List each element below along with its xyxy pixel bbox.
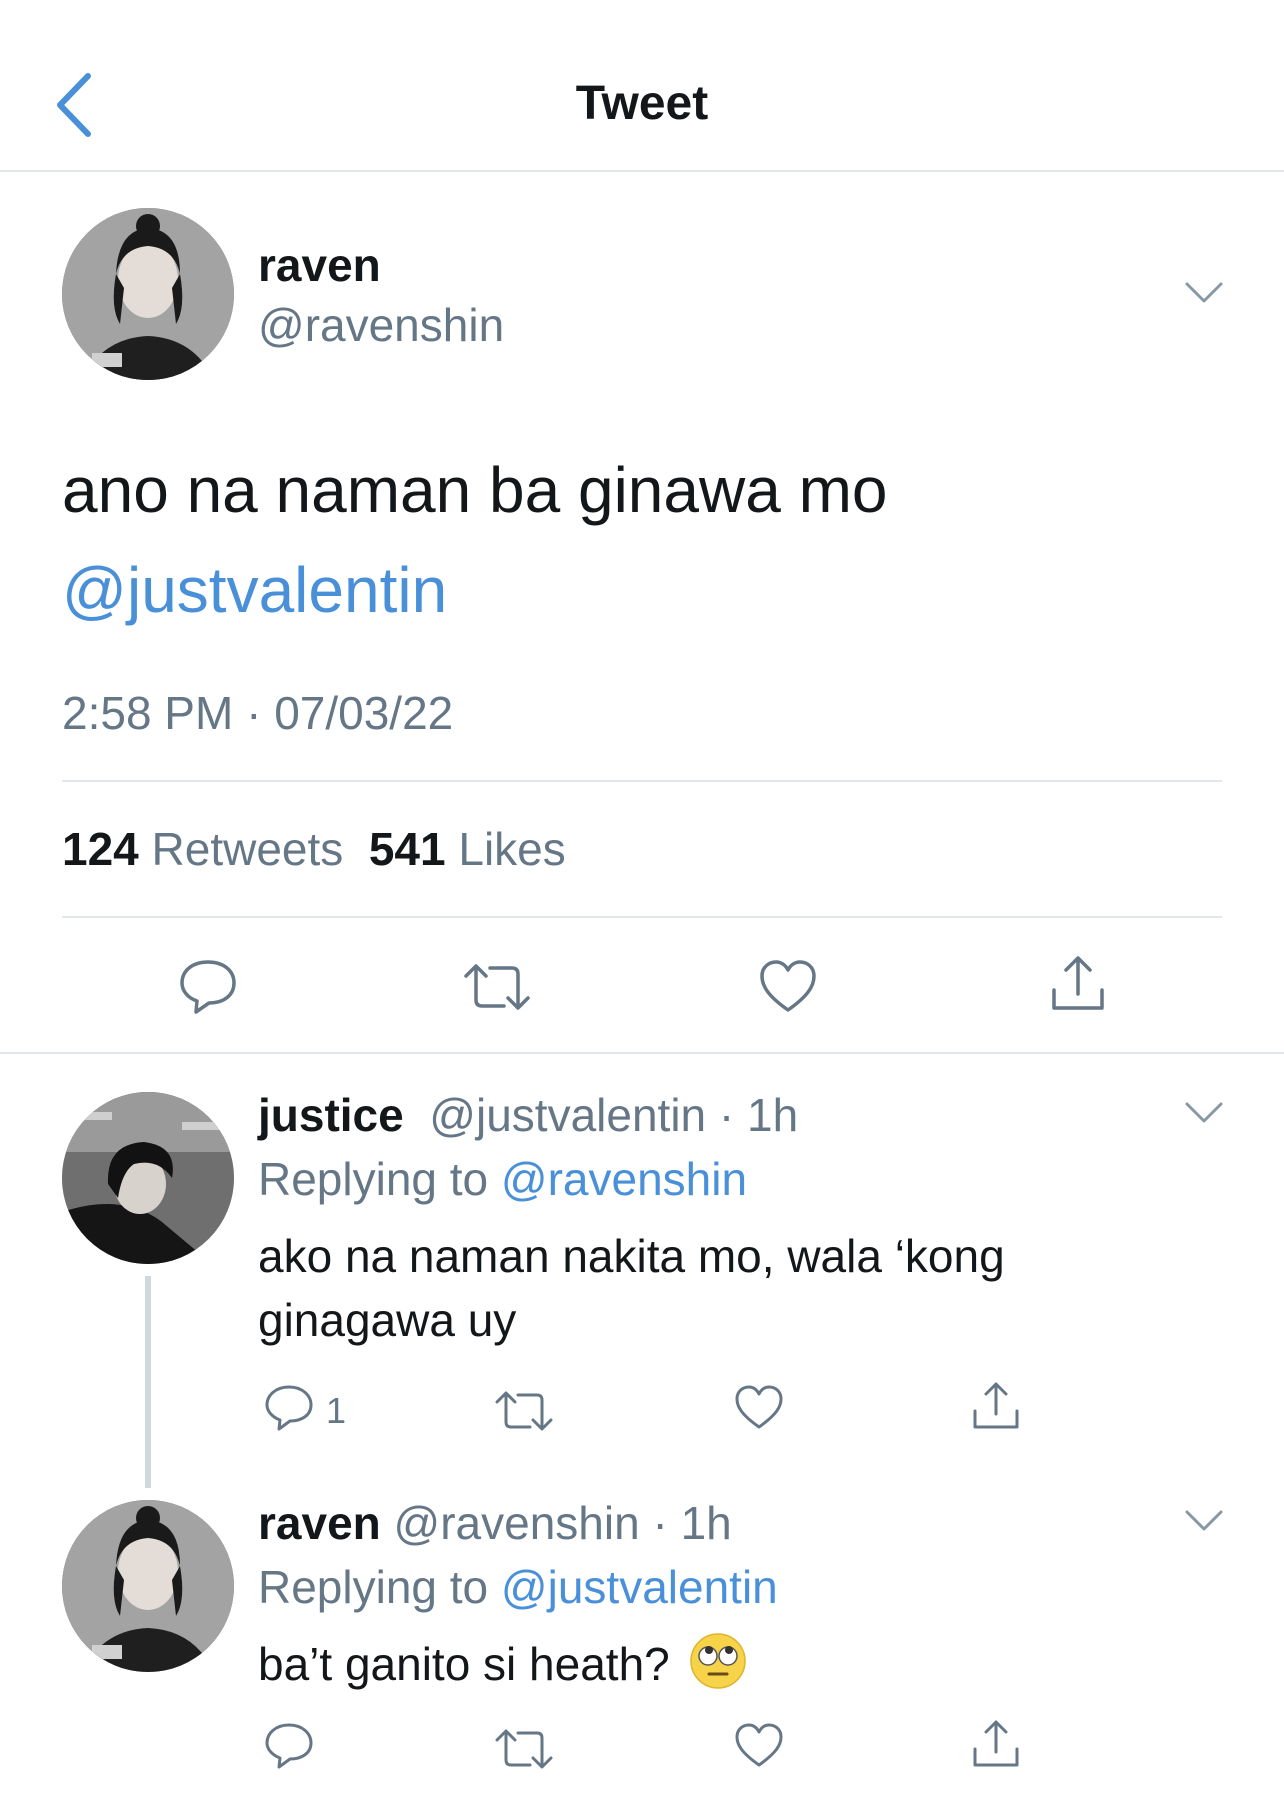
retweet-icon[interactable] <box>462 962 532 1017</box>
page-title: Tweet <box>575 77 709 130</box>
reply-icon[interactable] <box>264 1722 314 1775</box>
eye-roll-emoji-icon <box>689 1632 747 1690</box>
retweets-label[interactable]: Retweets <box>152 823 344 875</box>
mention-link[interactable]: @justvalentin <box>501 1561 778 1613</box>
share-icon[interactable] <box>1048 954 1108 1019</box>
reply-time: · 1h <box>652 1497 732 1549</box>
avatar[interactable] <box>62 1500 234 1672</box>
reply-icon[interactable] <box>178 958 238 1021</box>
like-heart-icon[interactable] <box>734 1384 784 1435</box>
tweet-body: ano na naman ba ginawa mo <box>62 454 888 526</box>
share-icon[interactable] <box>970 1380 1022 1437</box>
likes-count[interactable]: 541 <box>369 823 446 875</box>
tweet-text: ano na naman ba ginawa mo @justvalentin <box>62 440 1222 640</box>
thread-connector <box>145 1276 151 1488</box>
reply-author-handle[interactable]: @justvalentin <box>429 1089 706 1141</box>
likes-label[interactable]: Likes <box>458 823 565 875</box>
tweet-timestamp: 2:58 PM · 07/03/22 <box>62 687 454 739</box>
retweet-icon[interactable] <box>494 1728 554 1775</box>
top-bar: Tweet <box>0 0 1284 172</box>
reply-text: ako na naman nakita mo, wala ‘kong ginag… <box>258 1230 1005 1346</box>
divider <box>62 916 1222 918</box>
chevron-down-icon[interactable] <box>1184 1100 1224 1126</box>
avatar[interactable] <box>62 1092 234 1264</box>
divider <box>0 1052 1284 1054</box>
reply-time: · 1h <box>718 1089 799 1141</box>
reply-header: raven @ravenshin · 1h <box>258 1496 732 1550</box>
mention-link[interactable]: @ravenshin <box>501 1153 747 1205</box>
replying-label: Replying to <box>258 1561 489 1613</box>
author-handle[interactable]: @ravenshin <box>258 298 504 352</box>
tweet-stats: 124 Retweets 541 Likes <box>62 822 566 876</box>
avatar[interactable] <box>62 208 234 380</box>
reply-author-name[interactable]: raven <box>258 1497 381 1549</box>
reply-icon[interactable] <box>264 1384 314 1437</box>
reply-text: ba’t ganito si heath? <box>258 1632 1158 1696</box>
reply-author-name[interactable]: justice <box>258 1089 404 1141</box>
chevron-down-icon[interactable] <box>1184 280 1224 306</box>
reply-author-handle[interactable]: @ravenshin <box>394 1497 640 1549</box>
retweet-icon[interactable] <box>494 1390 554 1437</box>
mention-link[interactable]: @justvalentin <box>62 540 1222 640</box>
reply-count: 1 <box>326 1390 347 1431</box>
author-name[interactable]: raven <box>258 238 381 292</box>
replying-to: Replying to @justvalentin <box>258 1560 778 1614</box>
retweets-count[interactable]: 124 <box>62 823 139 875</box>
like-heart-icon[interactable] <box>734 1722 784 1773</box>
divider <box>62 780 1222 782</box>
replying-label: Replying to <box>258 1153 489 1205</box>
reply-body: ba’t ganito si heath? <box>258 1638 670 1690</box>
replying-to: Replying to @ravenshin <box>258 1152 747 1206</box>
reply-header: justice @justvalentin · 1h <box>258 1088 798 1142</box>
share-icon[interactable] <box>970 1718 1022 1775</box>
like-heart-icon[interactable] <box>758 958 818 1019</box>
chevron-down-icon[interactable] <box>1184 1508 1224 1534</box>
